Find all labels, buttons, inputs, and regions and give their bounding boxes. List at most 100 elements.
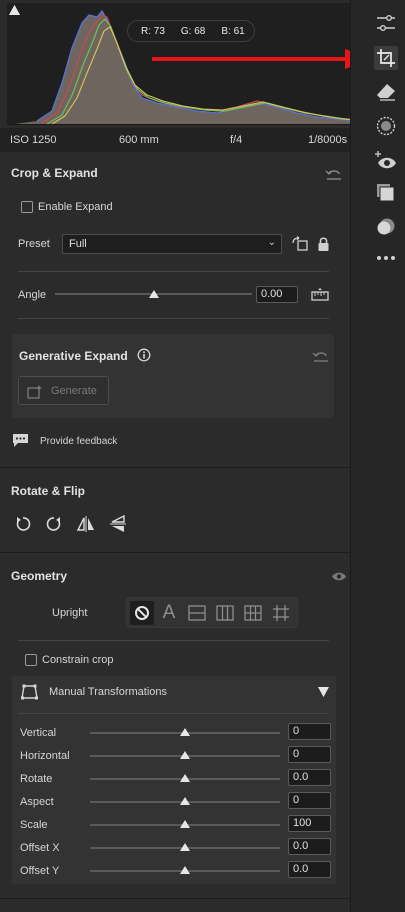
crop-icon: [377, 49, 395, 67]
info-icon[interactable]: [137, 348, 151, 362]
visibility-eye-icon[interactable]: [331, 571, 347, 582]
divider: [18, 640, 329, 641]
level-icon: [188, 605, 206, 621]
slider-value-field[interactable]: 0.0: [288, 769, 331, 786]
edit-panel: R: 73 G: 68 B: 61 ISO 1250 600 mm f/4 1/…: [0, 0, 372, 912]
divider: [18, 271, 329, 272]
manual-transformations-title[interactable]: Manual Transformations: [49, 686, 167, 698]
vertical-icon: [216, 605, 234, 621]
constrain-crop-checkbox[interactable]: [25, 654, 37, 666]
upright-auto-button[interactable]: A: [157, 601, 181, 625]
remove-tool[interactable]: [375, 81, 397, 103]
generate-label: Generate: [51, 385, 97, 397]
transform-icon: [21, 684, 38, 700]
enable-expand-label: Enable Expand: [38, 201, 113, 213]
slider-thumb[interactable]: [180, 843, 190, 851]
crop-tool[interactable]: [374, 46, 398, 70]
upright-guided-button[interactable]: [269, 601, 293, 625]
snapshots-icon: [377, 218, 395, 235]
generate-icon: [27, 385, 42, 399]
slider-value-field[interactable]: 0.0: [288, 861, 331, 878]
slider-label: Offset Y: [20, 865, 60, 877]
exif-focal-length: 600 mm: [119, 134, 159, 146]
readout-r: R: 73: [141, 25, 165, 37]
presets-tool[interactable]: [375, 182, 397, 204]
slider-thumb[interactable]: [180, 866, 190, 874]
slider-label: Vertical: [20, 727, 57, 739]
orientation-icon[interactable]: [291, 236, 309, 252]
lock-icon[interactable]: [317, 236, 330, 252]
slider-label: Rotate: [20, 773, 53, 785]
slider-value-field[interactable]: 0.0: [288, 838, 331, 855]
slider-label: Horizontal: [20, 750, 70, 762]
upright-vertical-button[interactable]: [213, 601, 237, 625]
snapshots-tool[interactable]: [375, 216, 397, 238]
red-eye-tool[interactable]: [375, 149, 397, 171]
slider-value-field[interactable]: 0: [288, 792, 331, 809]
angle-label: Angle: [18, 289, 47, 301]
exif-iso: ISO 1250: [10, 134, 57, 146]
chevron-down-icon: ⌄: [267, 237, 276, 248]
generative-expand-title: Generative Expand: [19, 349, 128, 363]
flip-vertical-icon[interactable]: [109, 515, 127, 533]
rotate-left-icon[interactable]: [14, 515, 32, 533]
slider-value-field[interactable]: 0: [288, 746, 331, 763]
crop-section-title[interactable]: Crop & Expand: [11, 166, 98, 180]
straighten-tool-icon[interactable]: [311, 287, 329, 301]
readout-g: G: 68: [180, 25, 206, 37]
upright-level-button[interactable]: [185, 601, 209, 625]
crop-reset-icon[interactable]: [325, 167, 343, 181]
red-eye-icon: [375, 151, 396, 169]
readout-b: B: 61: [221, 25, 245, 37]
provide-feedback-link[interactable]: Provide feedback: [40, 436, 117, 447]
upright-off-button[interactable]: [130, 601, 154, 625]
preset-value: Full: [69, 238, 87, 250]
angle-slider-thumb[interactable]: [148, 290, 159, 298]
preset-label: Preset: [18, 238, 50, 250]
upright-mode-group: A: [126, 597, 298, 628]
eraser-icon: [377, 84, 395, 101]
grid-icon: [244, 605, 262, 621]
exif-shutter: 1/8000s: [308, 134, 348, 146]
section-divider: [0, 552, 350, 553]
slider-thumb[interactable]: [180, 797, 190, 805]
geometry-title[interactable]: Geometry: [11, 569, 67, 583]
section-divider: [0, 467, 350, 468]
constrain-crop-label: Constrain crop: [42, 654, 114, 666]
masking-tool[interactable]: [375, 115, 397, 137]
preset-select[interactable]: Full ⌄: [62, 234, 282, 254]
slider-thumb[interactable]: [180, 820, 190, 828]
more-tools[interactable]: [375, 247, 397, 269]
feedback-icon: [13, 434, 28, 447]
exif-aperture: f/4: [230, 134, 243, 146]
exif-bar: ISO 1250 600 mm f/4 1/8000s: [0, 128, 350, 152]
section-divider: [0, 898, 350, 899]
more-icon: [377, 256, 395, 260]
presets-icon: [377, 184, 395, 202]
annotation-arrow: [152, 49, 372, 69]
guided-icon: [273, 605, 289, 621]
slider-value-field[interactable]: 0: [288, 723, 331, 740]
slider-thumb[interactable]: [180, 751, 190, 759]
slider-label: Scale: [20, 819, 48, 831]
rotate-right-icon[interactable]: [45, 515, 63, 533]
divider: [18, 318, 329, 319]
slider-thumb[interactable]: [180, 774, 190, 782]
highlight-clipping-icon[interactable]: [7, 3, 22, 18]
upright-full-button[interactable]: [241, 601, 265, 625]
rotate-flip-title[interactable]: Rotate & Flip: [11, 484, 85, 498]
flip-horizontal-icon[interactable]: [77, 515, 95, 533]
slider-value-field[interactable]: 100: [288, 815, 331, 832]
generative-reset-icon[interactable]: [312, 349, 330, 363]
slider-label: Offset X: [20, 842, 60, 854]
slider-thumb[interactable]: [180, 728, 190, 736]
edit-tool[interactable]: [375, 12, 397, 34]
generate-button[interactable]: Generate: [18, 376, 109, 405]
rgb-readout: R: 73 G: 68 B: 61: [127, 20, 255, 42]
masking-icon: [376, 116, 396, 136]
angle-value-field[interactable]: 0.00: [256, 286, 298, 303]
collapse-triangle-icon[interactable]: [318, 687, 329, 697]
edit-sliders-icon: [377, 15, 395, 31]
enable-expand-checkbox[interactable]: [21, 201, 33, 213]
auto-a-icon: A: [162, 602, 176, 623]
